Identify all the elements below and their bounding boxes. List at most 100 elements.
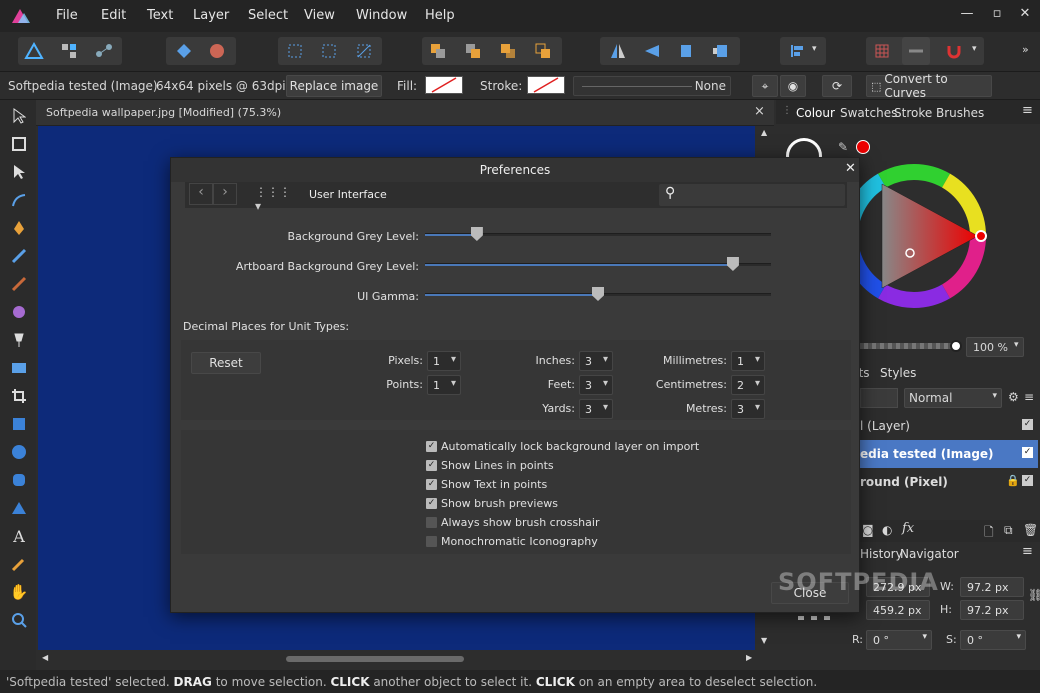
- eyedropper-icon[interactable]: ✎: [838, 140, 848, 154]
- auto-lock-checkbox[interactable]: ✓: [426, 441, 437, 452]
- rotate-left-icon[interactable]: [672, 37, 700, 65]
- shear-field[interactable]: 0 ° ▾: [960, 630, 1026, 650]
- horizontal-scrollbar[interactable]: ◀ ▶: [38, 650, 757, 668]
- lock-icon[interactable]: 🔒: [1006, 474, 1020, 487]
- artboard-grey-level-slider[interactable]: [425, 257, 771, 271]
- pixels-decimal-select[interactable]: 1: [427, 351, 461, 371]
- ui-gamma-slider[interactable]: [425, 287, 771, 301]
- feet-decimal-select[interactable]: 3: [579, 375, 613, 395]
- opacity-slider[interactable]: [860, 343, 956, 349]
- menu-layer[interactable]: Layer: [193, 8, 229, 23]
- stroke-swatch[interactable]: [527, 76, 565, 94]
- reset-button[interactable]: Reset: [191, 352, 261, 374]
- transform-icon[interactable]: [281, 37, 309, 65]
- arrange-backward-icon[interactable]: [459, 37, 487, 65]
- h-field[interactable]: 97.2 px: [960, 600, 1024, 620]
- zoom-tool-icon[interactable]: [8, 609, 30, 631]
- search-field[interactable]: ⚲: [659, 184, 845, 206]
- layer-settings-icon[interactable]: ⚙: [1008, 390, 1019, 404]
- opacity-slider-knob[interactable]: [950, 340, 962, 352]
- point-transform-icon[interactable]: [8, 189, 30, 211]
- artboard-grey-level-knob[interactable]: [726, 257, 739, 271]
- tab-brushes[interactable]: Brushes: [936, 106, 984, 120]
- menu-select[interactable]: Select: [248, 8, 288, 23]
- target-icon[interactable]: ⌖: [752, 75, 778, 97]
- scroll-left-icon[interactable]: ◀: [42, 653, 48, 662]
- align-icon[interactable]: [783, 37, 811, 65]
- layer-row[interactable]: l (Layer) ✓: [860, 412, 1038, 440]
- crop-tool-icon[interactable]: [8, 385, 30, 407]
- horizontal-scroll-thumb[interactable]: [286, 656, 464, 662]
- layer-visible-checkbox[interactable]: ✓: [1022, 447, 1033, 458]
- stroke-width-slider[interactable]: None: [573, 76, 731, 96]
- rotate-icon[interactable]: ⟳: [822, 75, 852, 97]
- fill-tool-icon[interactable]: [8, 301, 30, 323]
- scroll-down-icon[interactable]: ▼: [761, 636, 767, 645]
- duplicate-layer-icon[interactable]: ⧉: [1004, 523, 1013, 538]
- app-logo-icon[interactable]: [10, 7, 32, 25]
- baseline-grid-icon[interactable]: [902, 37, 930, 65]
- snapping-dropdown-icon[interactable]: ▾: [972, 44, 977, 54]
- preview-icon[interactable]: ◉: [780, 75, 806, 97]
- toolbar-overflow-icon[interactable]: »: [1022, 43, 1029, 56]
- show-text-checkbox[interactable]: ✓: [426, 479, 437, 490]
- close-icon[interactable]: ✕: [1016, 6, 1034, 24]
- show-lines-checkbox[interactable]: ✓: [426, 460, 437, 471]
- menu-window[interactable]: Window: [356, 8, 407, 23]
- pixel-persona-icon[interactable]: [55, 37, 83, 65]
- add-layer-icon[interactable]: 🗋: [984, 523, 994, 544]
- y-field[interactable]: 459.2 px: [866, 600, 930, 620]
- metres-decimal-select[interactable]: 3: [731, 399, 765, 419]
- centimetres-decimal-select[interactable]: 2: [731, 375, 765, 395]
- document-close-icon[interactable]: ×: [754, 104, 765, 119]
- background-grey-level-slider[interactable]: [425, 227, 771, 241]
- replace-image-button[interactable]: Replace image: [286, 75, 382, 97]
- menu-edit[interactable]: Edit: [101, 8, 126, 23]
- layers-menu-icon[interactable]: ≡: [1024, 390, 1034, 404]
- flip-horizontal-icon[interactable]: [604, 37, 632, 65]
- rectangle-tool-icon[interactable]: [8, 413, 30, 435]
- triangle-tool-icon[interactable]: [8, 497, 30, 519]
- bottom-panel-menu-icon[interactable]: ≡: [1022, 544, 1033, 559]
- rotate-right-icon[interactable]: [706, 37, 734, 65]
- flip-vertical-icon[interactable]: [638, 37, 666, 65]
- forward-icon[interactable]: ›: [213, 183, 237, 205]
- yards-decimal-select[interactable]: 3: [579, 399, 613, 419]
- scroll-up-icon[interactable]: ▲: [761, 128, 767, 137]
- ui-gamma-knob[interactable]: [592, 287, 604, 301]
- dialog-close-icon[interactable]: ✕: [845, 161, 856, 176]
- scroll-right-icon[interactable]: ▶: [746, 653, 752, 662]
- rounded-rect-tool-icon[interactable]: [8, 469, 30, 491]
- snapping-icon[interactable]: [203, 37, 231, 65]
- back-icon[interactable]: ‹: [189, 183, 213, 205]
- fx-icon[interactable]: fx: [902, 521, 914, 536]
- rotation-field[interactable]: 0 ° ▾: [866, 630, 932, 650]
- artboard-tool-icon[interactable]: [8, 133, 30, 155]
- adjustment-icon[interactable]: ◐: [882, 523, 892, 537]
- inches-decimal-select[interactable]: 3: [579, 351, 613, 371]
- node-tool-icon[interactable]: [8, 161, 30, 183]
- move-tool-icon[interactable]: [8, 105, 30, 127]
- tab-colour[interactable]: Colour: [796, 106, 835, 120]
- align-box-icon[interactable]: [315, 37, 343, 65]
- layer-visible-checkbox[interactable]: ✓: [1022, 419, 1033, 430]
- opacity-field-layers[interactable]: [860, 388, 898, 408]
- background-grey-level-knob[interactable]: [470, 227, 483, 241]
- share-icon[interactable]: [170, 37, 198, 65]
- rotate-box-icon[interactable]: [350, 37, 378, 65]
- layer-visible-checkbox[interactable]: ✓: [1022, 475, 1033, 486]
- pencil-tool-icon[interactable]: [8, 245, 30, 267]
- arrange-front-icon[interactable]: [529, 37, 557, 65]
- arrange-back-icon[interactable]: [424, 37, 452, 65]
- designer-persona-icon[interactable]: [20, 37, 48, 65]
- magnet-icon[interactable]: [940, 37, 968, 65]
- layer-row[interactable]: round (Pixel) 🔒 ✓: [860, 468, 1038, 496]
- pen-tool-icon[interactable]: [8, 217, 30, 239]
- layer-row-selected[interactable]: edia tested (Image) ✓: [860, 440, 1038, 468]
- place-image-icon[interactable]: [8, 357, 30, 379]
- menu-text[interactable]: Text: [147, 8, 173, 23]
- opacity-dropdown-icon[interactable]: ▾: [1014, 340, 1019, 350]
- link-icon[interactable]: ⛓: [1028, 588, 1040, 602]
- blend-mode-select[interactable]: Normal ▾: [904, 388, 1002, 408]
- minimize-icon[interactable]: —: [958, 6, 976, 24]
